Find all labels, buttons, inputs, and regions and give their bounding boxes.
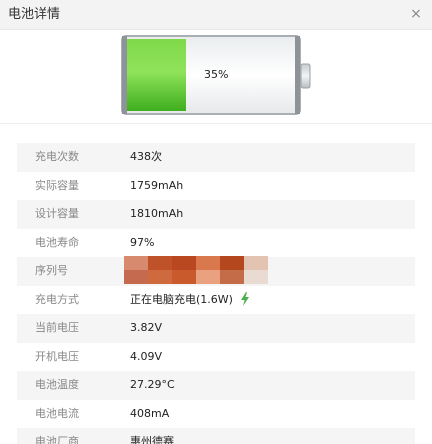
detail-row-current-voltage: 当前电压 3.82V (17, 314, 415, 343)
detail-value: 408mA (130, 406, 170, 420)
battery-terminal-cap (300, 63, 311, 89)
detail-value: 27.29°C (130, 378, 175, 391)
battery-left-edge (122, 36, 127, 114)
detail-label: 序列号 (35, 264, 68, 277)
detail-row-boot-voltage: 开机电压 4.09V (17, 343, 415, 372)
detail-label: 开机电压 (35, 349, 79, 363)
detail-label: 设计容量 (35, 207, 79, 220)
detail-value: 正在电脑充电(1.6W) (130, 292, 233, 306)
detail-row-design-capacity: 设计容量 1810mAh (17, 200, 415, 229)
detail-value: 438次 (130, 150, 162, 163)
detail-label: 电池电流 (35, 406, 79, 420)
detail-value: 1810mAh (130, 207, 184, 220)
redacted-serial-number (124, 256, 268, 284)
detail-label: 充电方式 (35, 292, 79, 306)
detail-label: 电池寿命 (35, 235, 79, 249)
detail-value: 3.82V (130, 321, 163, 334)
detail-value: 惠州德赛 (130, 435, 174, 444)
detail-row-battery-temperature: 电池温度 27.29°C (17, 371, 415, 400)
detail-row-actual-capacity: 实际容量 1759mAh (17, 172, 415, 201)
lightning-bolt-icon (241, 292, 249, 306)
detail-label: 当前电压 (35, 321, 79, 334)
detail-label: 电池厂商 (35, 435, 79, 444)
detail-row-charge-cycles: 充电次数 438次 (17, 143, 415, 172)
window-title: 电池详情 (8, 7, 61, 22)
battery-fill-level (127, 39, 186, 111)
detail-row-battery-current: 电池电流 408mA (17, 400, 415, 429)
detail-value: 4.09V (130, 349, 163, 363)
detail-row-battery-manufacturer: 电池厂商 惠州德赛 (17, 428, 415, 444)
detail-row-battery-health: 电池寿命 97% (17, 229, 415, 258)
detail-label: 电池温度 (35, 378, 79, 391)
title-bar: 电池详情 × (0, 0, 432, 30)
battery-right-edge (295, 36, 300, 114)
close-icon[interactable]: × (408, 6, 424, 22)
detail-label: 实际容量 (35, 178, 79, 192)
battery-visual-area: 35% (0, 30, 432, 124)
detail-value: 97% (130, 235, 155, 249)
battery-details-list: 充电次数 438次 实际容量 1759mAh 设计容量 1810mAh 电池寿命… (0, 143, 432, 444)
detail-value: 1759mAh (130, 178, 184, 192)
battery-details-window: 电池详情 × 35% 充电次数 438次 实际容量 1759mAh 设计容量 1… (0, 0, 432, 444)
battery-percentage: 35% (204, 68, 229, 81)
detail-row-charge-mode: 充电方式 正在电脑充电(1.6W) (17, 286, 415, 315)
detail-label: 充电次数 (35, 150, 79, 163)
